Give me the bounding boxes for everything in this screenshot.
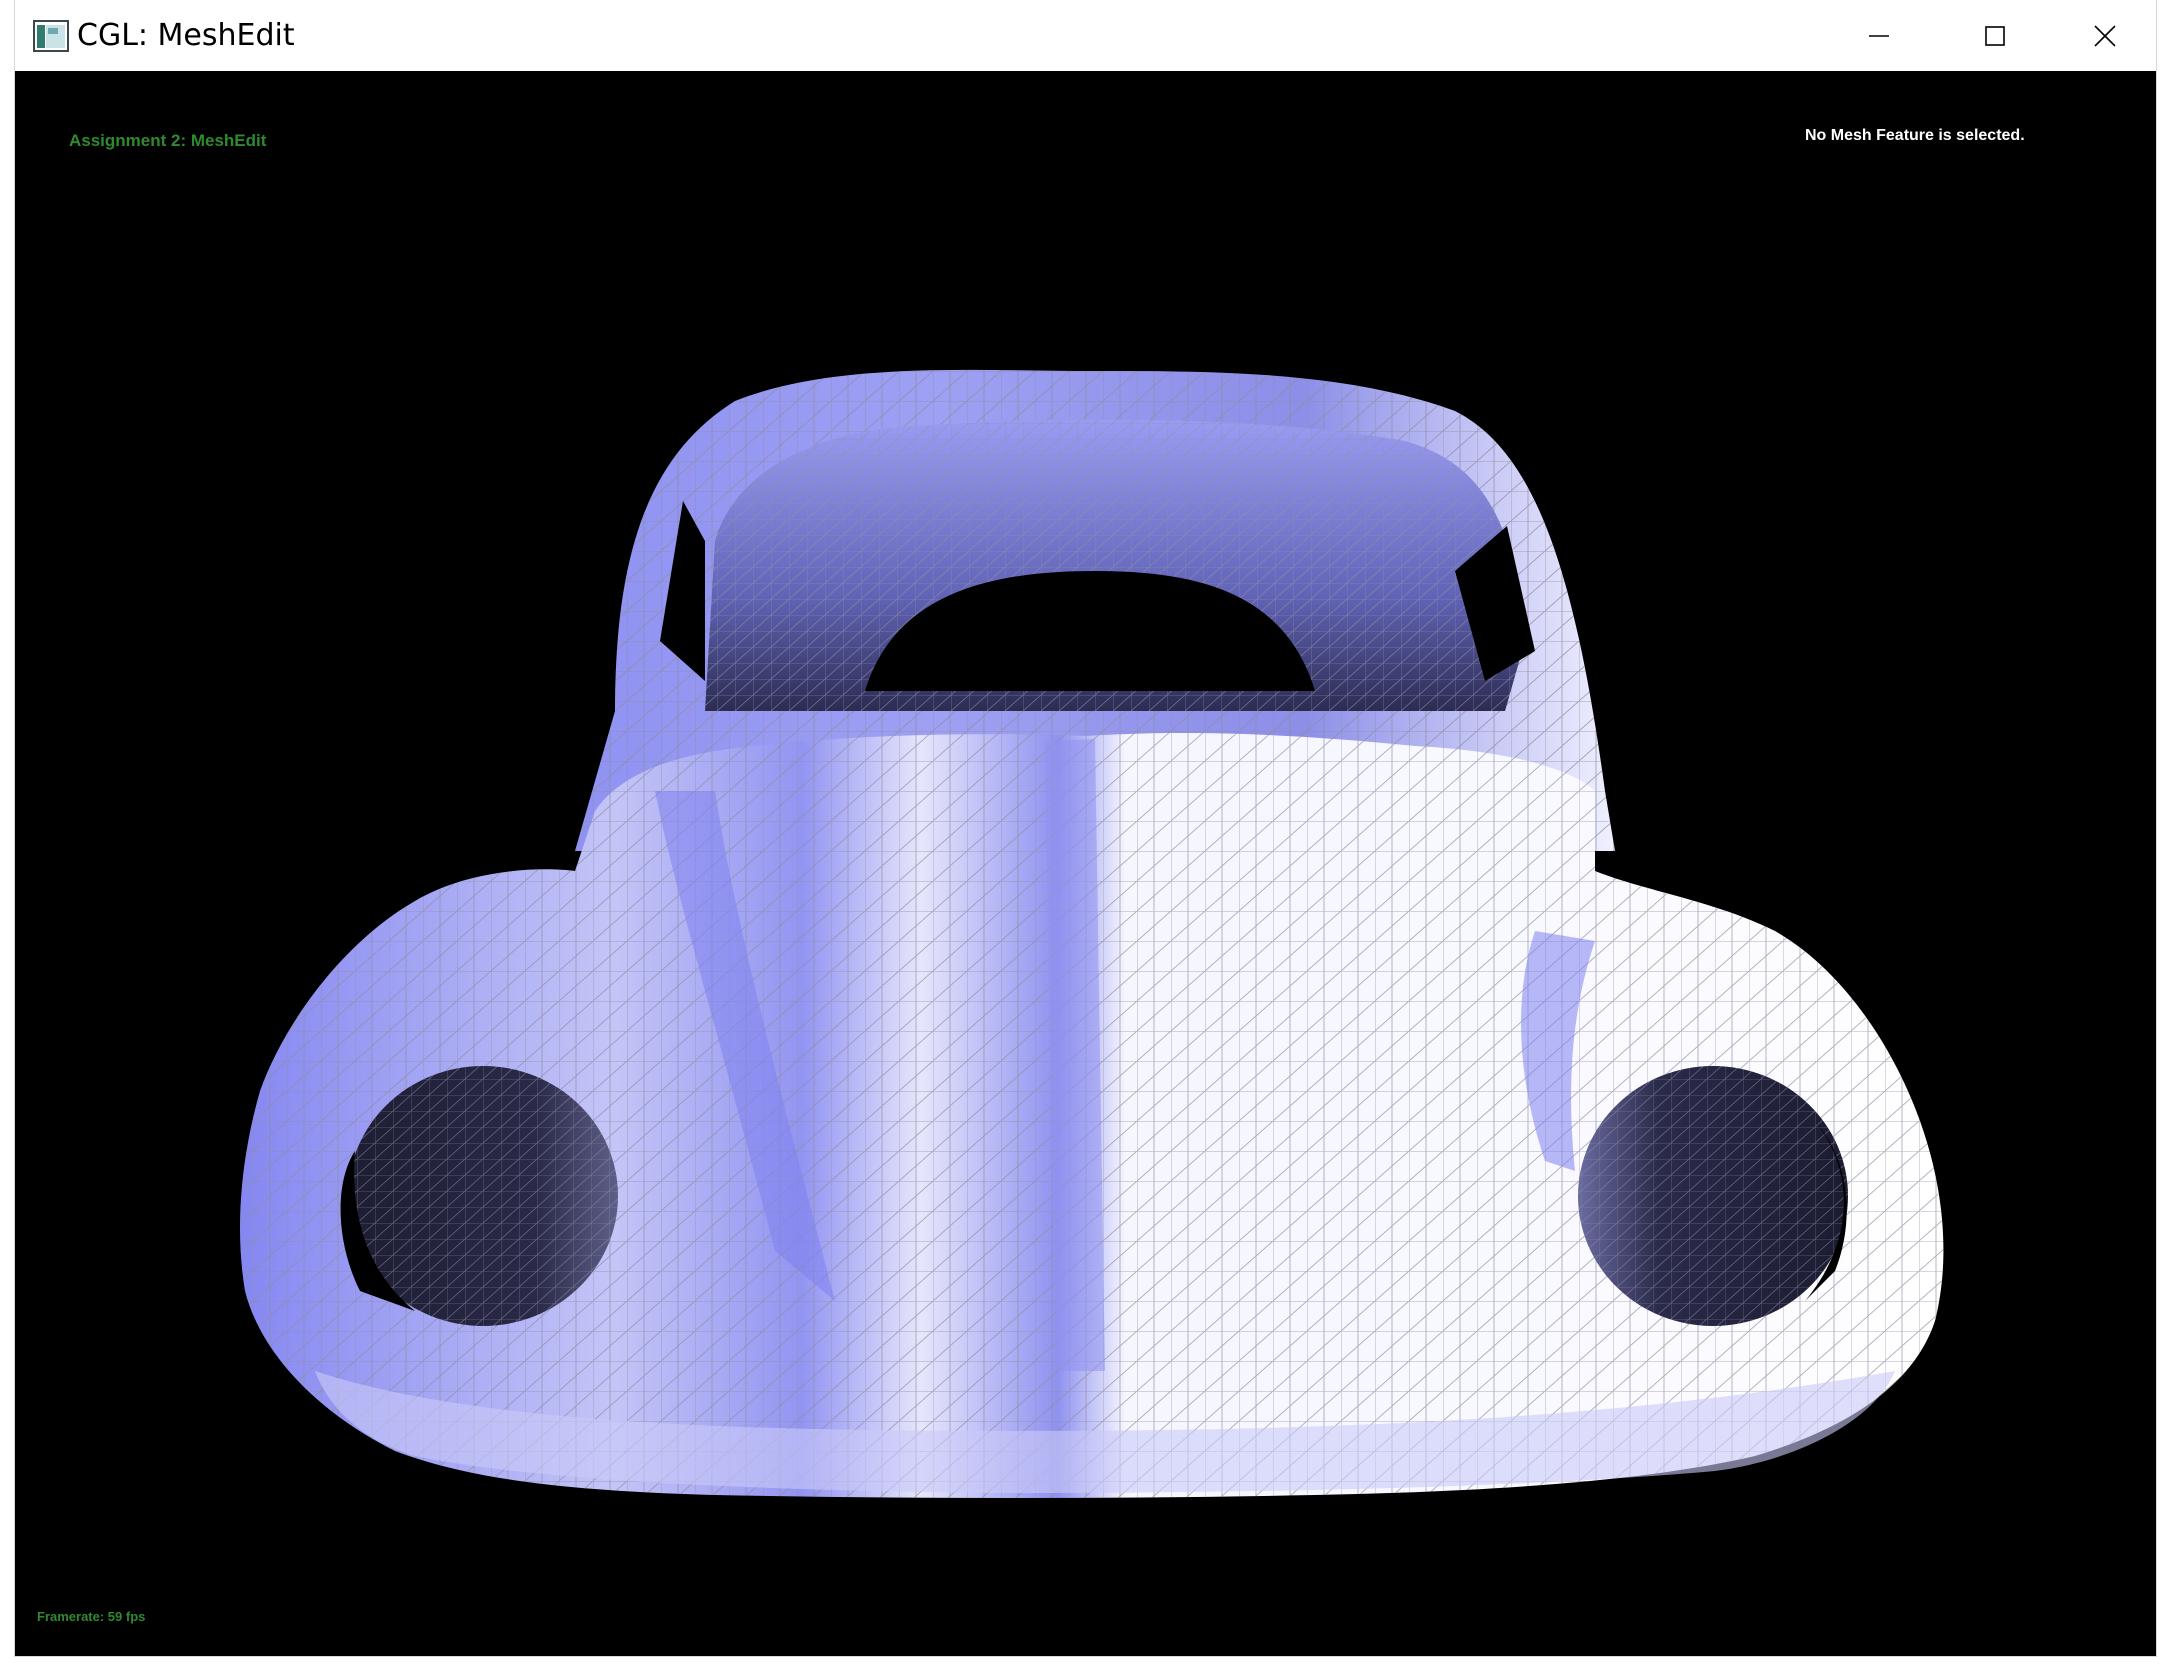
window-title: CGL: MeshEdit (77, 18, 295, 53)
minimize-button[interactable] (1821, 0, 1937, 71)
3d-viewport[interactable]: Assignment 2: MeshEdit No Mesh Feature i… (15, 71, 2156, 1656)
close-button[interactable] (2053, 0, 2156, 71)
maximize-icon (1985, 25, 2005, 46)
app-window-icon (33, 20, 69, 52)
close-icon (2093, 24, 2116, 47)
framerate-readout: Framerate: 59 fps (37, 1609, 146, 1624)
hood-ridge (1045, 739, 1105, 1371)
title-bar[interactable]: CGL: MeshEdit (15, 0, 2156, 71)
selection-status: No Mesh Feature is selected. (1805, 127, 2025, 144)
car-mesh-render[interactable] (15, 71, 2156, 1656)
maximize-button[interactable] (1937, 0, 2053, 71)
app-window: CGL: MeshEdit Assignment 2: MeshEdit No … (15, 0, 2156, 1656)
minimize-icon (1869, 34, 1889, 37)
assignment-label: Assignment 2: MeshEdit (69, 131, 267, 150)
